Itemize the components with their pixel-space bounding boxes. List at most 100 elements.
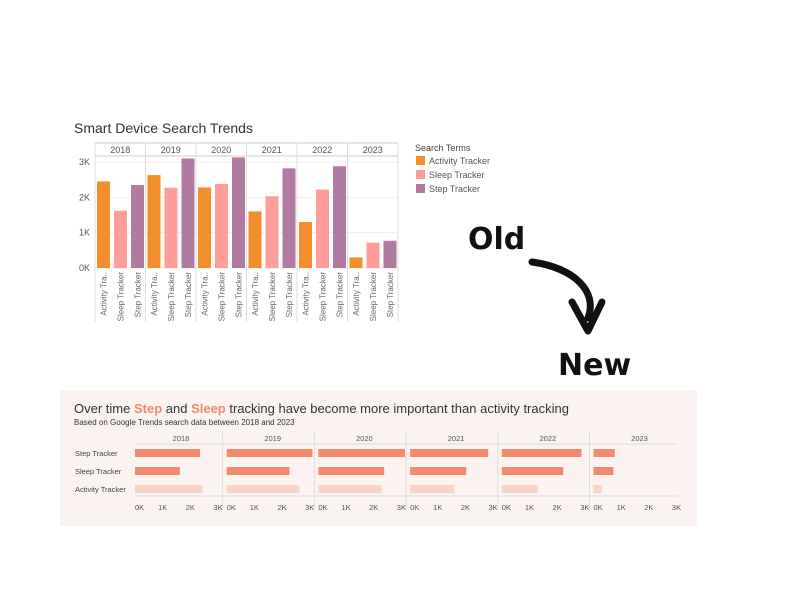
bar [318, 467, 385, 475]
y-tick-label: 3K [79, 157, 90, 167]
bar [318, 485, 382, 493]
facet-label: 2020 [211, 145, 231, 155]
x-tick-label: 1K [250, 503, 259, 512]
row-label: Step Tracker [75, 449, 118, 458]
bar [215, 183, 228, 268]
x-tick-label: 2K [644, 503, 653, 512]
x-tick-label: 0K [410, 503, 419, 512]
bar [318, 449, 405, 457]
y-tick-label: 2K [79, 192, 90, 202]
x-tick-label: Activity Tra.. [100, 272, 109, 316]
row-label: Sleep Tracker [75, 467, 122, 476]
bar [501, 449, 582, 457]
legend-swatch [416, 184, 425, 193]
y-tick-label: 1K [79, 228, 90, 238]
x-tick-label: 0K [502, 503, 511, 512]
bar [135, 449, 201, 457]
bar [226, 449, 313, 457]
x-tick-label: Step Tracker [285, 272, 294, 318]
facet-label: 2021 [262, 145, 282, 155]
x-tick-label: Activity Tra.. [150, 272, 159, 316]
facet-label: 2020 [356, 434, 373, 443]
bar [501, 467, 564, 475]
facet-label: 2021 [448, 434, 465, 443]
bar [410, 485, 455, 493]
bar [226, 485, 300, 493]
x-tick-label: Sleep Tracker [319, 272, 328, 322]
x-tick-label: 3K [305, 503, 314, 512]
x-tick-label: 0K [227, 503, 236, 512]
bar [410, 467, 467, 475]
x-tick-label: 3K [397, 503, 406, 512]
bar [164, 187, 178, 268]
x-tick-label: 3K [489, 503, 498, 512]
x-tick-label: Step Tracker [336, 272, 345, 318]
legend-label: Activity Tracker [429, 156, 490, 166]
x-tick-label: Sleep Tracker [369, 272, 378, 322]
bar [226, 467, 290, 475]
bar [198, 187, 211, 268]
facet-label: 2019 [264, 434, 281, 443]
x-tick-label: 0K [135, 503, 144, 512]
x-tick-label: 1K [158, 503, 167, 512]
x-tick-label: 0K [318, 503, 327, 512]
x-tick-label: 1K [433, 503, 442, 512]
x-tick-label: Activity Tra.. [302, 272, 311, 316]
x-tick-label: 2K [553, 503, 562, 512]
bar [248, 211, 262, 268]
facet-label: 2022 [539, 434, 556, 443]
x-tick-label: 1K [341, 503, 350, 512]
x-tick-label: 2K [277, 503, 286, 512]
x-tick-label: Step Tracker [386, 272, 395, 318]
bar [97, 181, 110, 268]
x-tick-label: 3K [580, 503, 589, 512]
x-tick-label: 2K [186, 503, 195, 512]
x-tick-label: Activity Tra.. [201, 272, 210, 316]
bar [333, 166, 346, 268]
bar [410, 449, 489, 457]
bar [147, 175, 161, 268]
x-tick-label: Sleep Tracker [218, 272, 227, 322]
bar [366, 242, 380, 268]
facet-label: 2023 [363, 145, 383, 155]
x-tick-label: 1K [617, 503, 626, 512]
legend-swatch [416, 170, 425, 179]
bar [282, 168, 296, 268]
x-tick-label: 3K [672, 503, 681, 512]
x-tick-label: Activity Tra.. [251, 272, 260, 316]
x-tick-label: Sleep Tracker [167, 272, 176, 322]
bar [593, 449, 615, 457]
x-tick-label: Step Tracker [235, 272, 244, 318]
old-chart: 0K 1K 2K 3K 2018 Activity Tra.. Sleep Tracker S… [79, 142, 490, 322]
x-tick-label: Step Tracker [134, 272, 143, 318]
bar [593, 467, 614, 475]
x-tick-label: Sleep Tracker [117, 272, 126, 322]
bar [131, 184, 144, 268]
bar [316, 189, 329, 268]
bar [265, 196, 279, 268]
new-chart: Step Tracker Sleep Tracker Activity Tracke… [75, 431, 681, 512]
x-tick-label: 3K [213, 503, 222, 512]
bar [593, 485, 602, 493]
bar [501, 485, 538, 493]
bar [135, 467, 180, 475]
legend-swatch [416, 156, 425, 165]
bar [349, 257, 363, 268]
charts-svg: 0K 1K 2K 3K 2018 Activity Tra.. Sleep Tracker S… [75, 142, 681, 512]
bar [114, 210, 127, 268]
facet-label: 2023 [631, 434, 648, 443]
legend-label: Step Tracker [429, 184, 480, 194]
x-tick-label: 2K [461, 503, 470, 512]
x-tick-label: 0K [594, 503, 603, 512]
legend-label: Sleep Tracker [429, 170, 485, 180]
bar [232, 157, 245, 268]
facet-label: 2018 [173, 434, 190, 443]
facet-label: 2019 [161, 145, 181, 155]
x-tick-label: Activity Tra.. [352, 272, 361, 316]
x-tick-label: 2K [369, 503, 378, 512]
y-tick-label: 0K [79, 263, 90, 273]
bar [181, 158, 195, 268]
facet-label: 2018 [110, 145, 130, 155]
bar [383, 240, 397, 268]
x-tick-label: 1K [525, 503, 534, 512]
